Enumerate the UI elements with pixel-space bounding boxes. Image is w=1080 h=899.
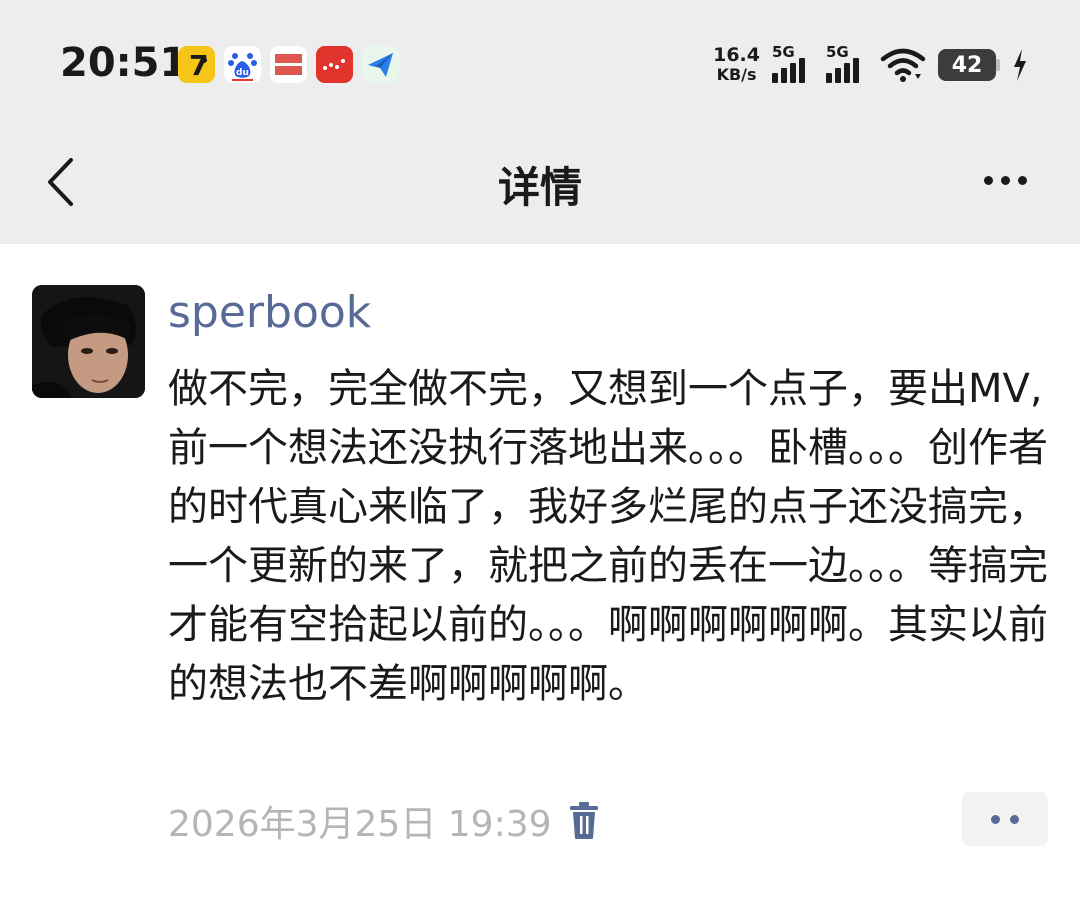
app-icon-7: 7 — [178, 46, 215, 83]
charging-icon — [1012, 48, 1028, 82]
network-speed-unit: KB/s — [716, 65, 757, 84]
system-indicators: 16.4 KB/s 5G 5G 42 — [713, 40, 1028, 90]
page-title: 详情 — [497, 163, 582, 212]
svg-text:du: du — [236, 68, 249, 78]
comment-like-button[interactable] — [962, 792, 1048, 846]
post-meta: 2026年3月25日 19:39 — [168, 797, 602, 845]
app-icon-plane — [362, 46, 399, 83]
post-content: 做不完，完全做不完，又想到一个点子，要出MV,前一个想法还没执行落地出来。。。卧… — [168, 366, 1048, 707]
navigation-bar: 详情 — [0, 130, 1080, 244]
post-timestamp: 2026年3月25日 19:39 — [168, 804, 552, 845]
username-link[interactable]: sperbook — [168, 287, 371, 338]
delete-button[interactable] — [566, 800, 602, 842]
dots-icon — [991, 814, 1000, 824]
signal-icon-sim1: 5G — [772, 43, 814, 83]
signal-icon-sim2: 5G — [826, 43, 868, 83]
more-options-button[interactable] — [972, 158, 1038, 202]
network-speed: 16.4 KB/s — [713, 45, 760, 85]
app-icon-text — [270, 46, 307, 83]
status-time: 20:51 — [60, 40, 188, 86]
wifi-icon — [880, 47, 926, 83]
avatar[interactable] — [32, 285, 145, 398]
battery-icon: 42 — [938, 49, 1000, 81]
status-bar: 20:51 7 du 16.4 KB/s 5G 5G 42 — [0, 0, 1080, 130]
network-speed-value: 16.4 — [713, 44, 760, 66]
signal-type-label: 5G — [772, 43, 795, 61]
more-icon — [983, 175, 993, 185]
trash-icon — [569, 802, 598, 839]
battery-level: 42 — [938, 49, 996, 81]
signal-type-label: 5G — [826, 43, 849, 61]
top-bar: 20:51 7 du 16.4 KB/s 5G 5G 42 详情 — [0, 0, 1080, 244]
app-icon-baidu: du — [224, 46, 261, 83]
svg-text:7: 7 — [189, 49, 208, 82]
app-icon-red — [316, 46, 353, 83]
notification-icons: 7 du — [178, 46, 399, 83]
